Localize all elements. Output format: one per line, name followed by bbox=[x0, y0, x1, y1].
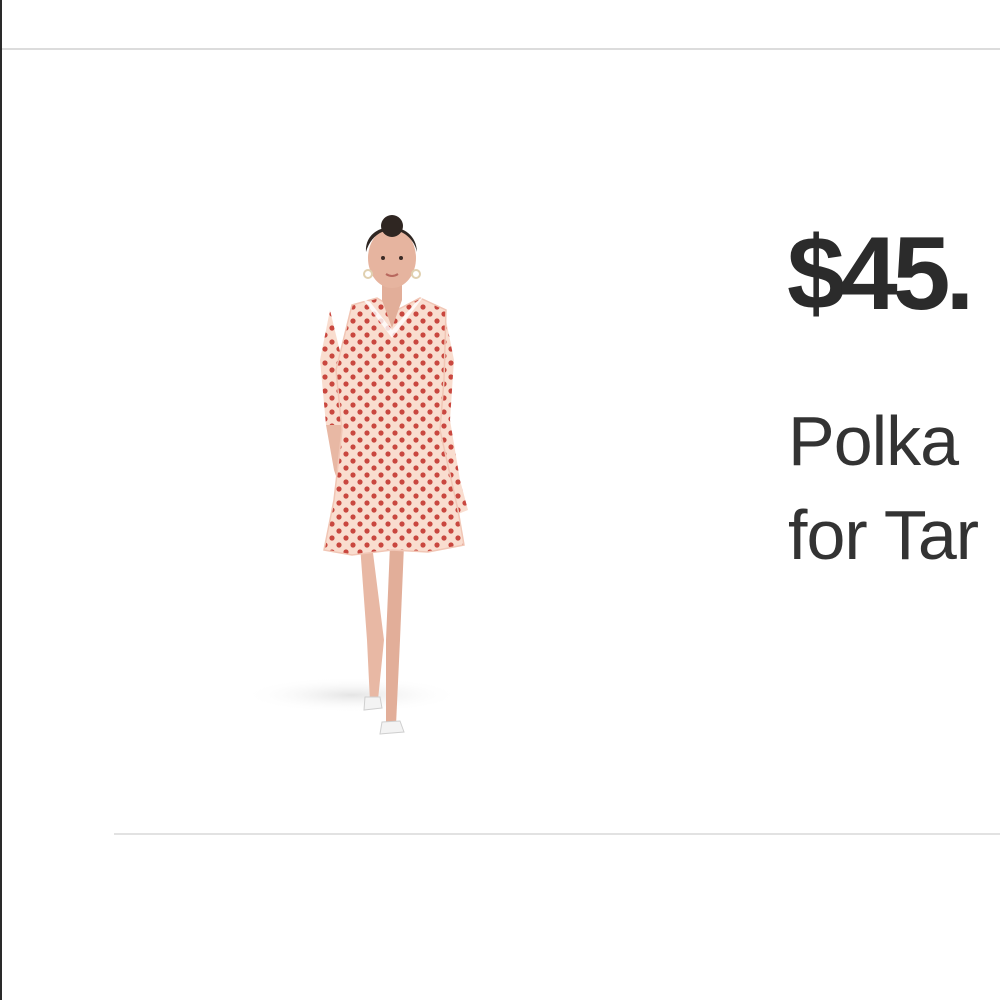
product-image[interactable] bbox=[202, 170, 582, 770]
product-price: $45. bbox=[787, 216, 974, 332]
screen: $45. Polka for Tar bbox=[0, 0, 1000, 1000]
product-title[interactable]: Polka for Tar bbox=[788, 394, 1000, 582]
bottom-divider bbox=[114, 833, 1000, 835]
product-title-line2: for Tar bbox=[788, 496, 979, 574]
product-title-line1: Polka bbox=[788, 402, 959, 480]
product-card[interactable]: $45. Polka for Tar bbox=[2, 50, 1000, 833]
